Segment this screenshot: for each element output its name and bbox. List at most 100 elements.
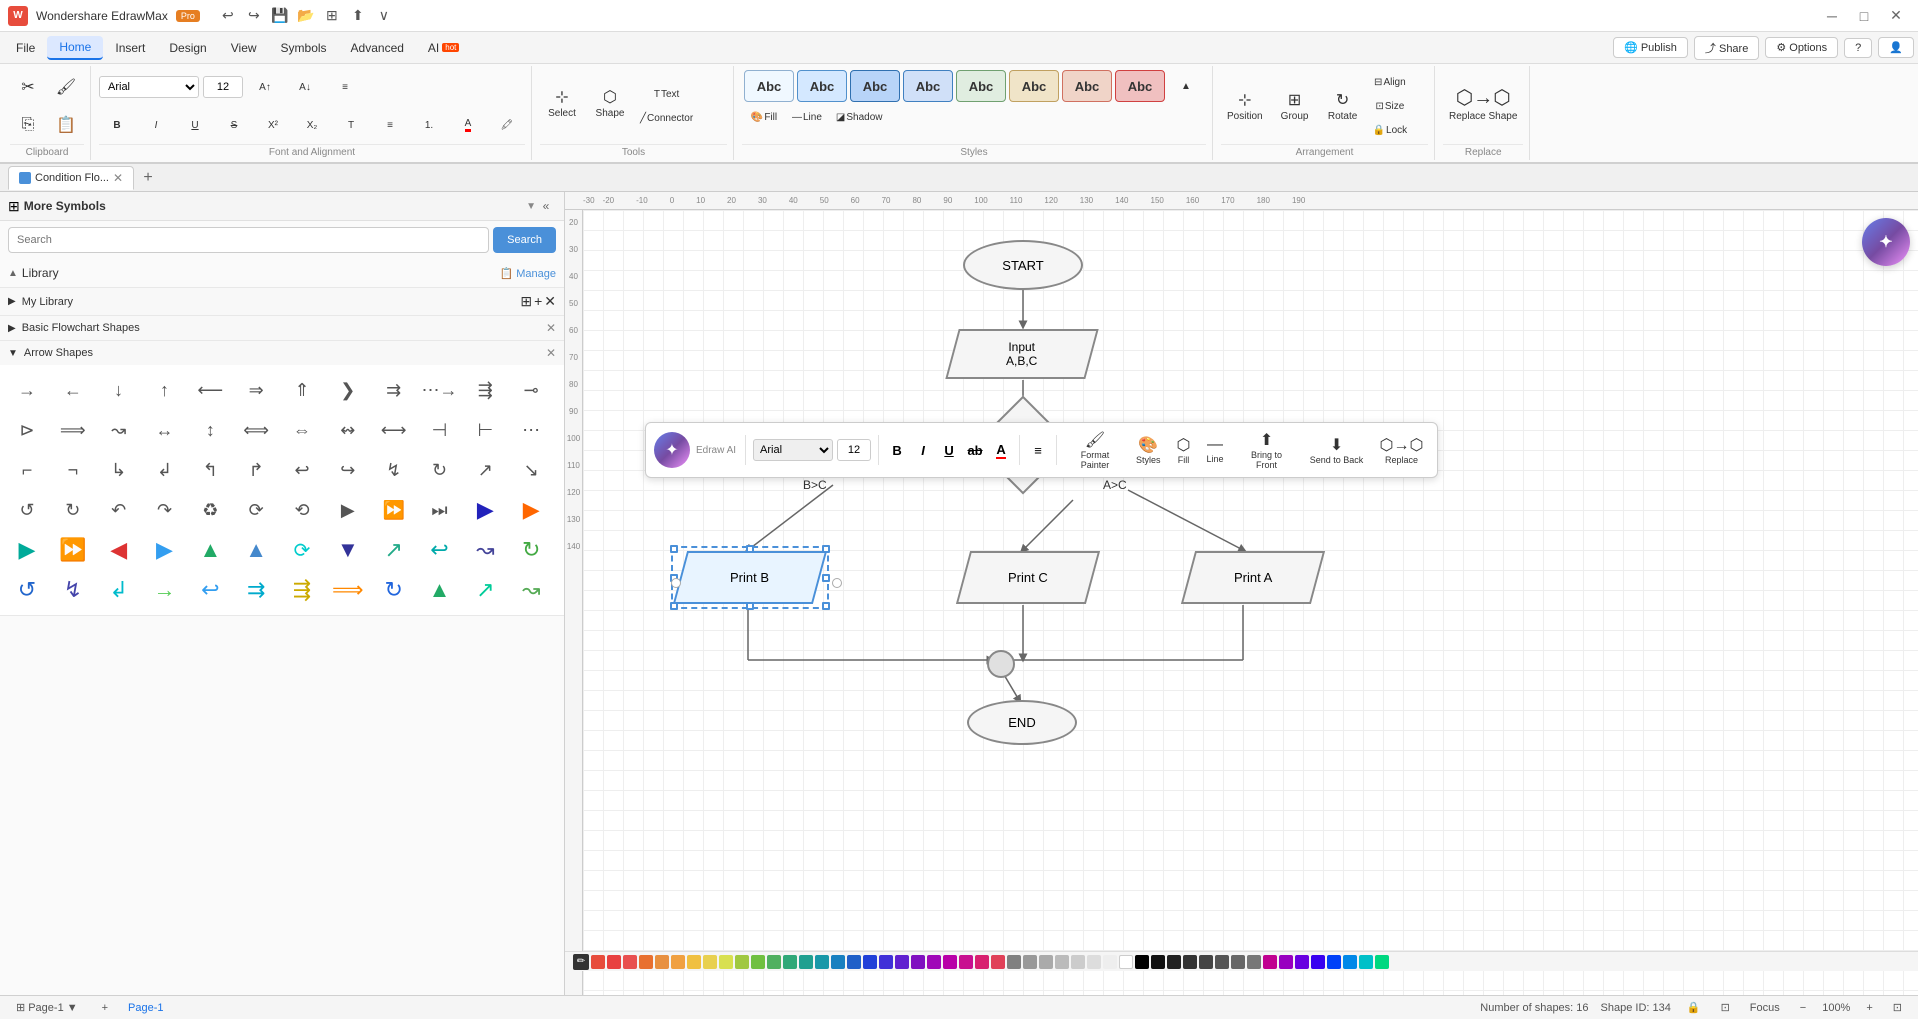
color-gray7[interactable] — [1103, 955, 1117, 969]
arrow-blue-down[interactable]: ▼ — [329, 531, 367, 569]
arrow-lr2[interactable]: ⟺ — [237, 411, 275, 449]
floating-ai-icon[interactable]: ✦ — [654, 432, 690, 468]
arrow-red-left[interactable]: ◀ — [100, 531, 138, 569]
color-orange2[interactable] — [655, 955, 669, 969]
floating-fill-button[interactable]: ⬡ Fill — [1171, 432, 1197, 468]
align-dropdown[interactable]: ⊟ Align — [1369, 71, 1412, 93]
menu-symbols[interactable]: Symbols — [269, 37, 339, 59]
color-purple1[interactable] — [895, 955, 909, 969]
help-button[interactable]: ? — [1844, 38, 1872, 58]
arrow-green-curve[interactable]: ↗ — [375, 531, 413, 569]
focus-button[interactable]: Focus — [1746, 1001, 1784, 1015]
color-green1[interactable] — [735, 955, 749, 969]
floating-strikethrough-button[interactable]: ab — [964, 439, 986, 461]
subscript-button[interactable]: X₂ — [294, 114, 330, 136]
fill-button[interactable]: 🎨 Fill — [746, 106, 782, 128]
shape-button[interactable]: ⬡ Shape — [588, 68, 632, 138]
color-yellow1[interactable] — [687, 955, 701, 969]
color-pink3[interactable] — [991, 955, 1005, 969]
menu-ai[interactable]: AI hot — [416, 37, 471, 59]
minimize-button[interactable]: ─ — [1818, 6, 1846, 26]
undo-button[interactable]: ↩ — [216, 4, 240, 28]
arrow-green-check[interactable]: ↻ — [512, 531, 550, 569]
floating-textcolor-button[interactable]: A — [990, 439, 1012, 461]
arrow-orange-fwd[interactable]: ⟹ — [329, 571, 367, 609]
user-button[interactable]: 👤 — [1878, 37, 1914, 58]
floating-align-button[interactable]: ≡ — [1027, 439, 1049, 461]
position-button[interactable]: ⊹Position — [1221, 71, 1269, 141]
arrow-ud[interactable]: ↕ — [191, 411, 229, 449]
arrow-play[interactable]: ▶ — [329, 491, 367, 529]
arrow-blue-right[interactable]: ▶ — [145, 531, 183, 569]
arrow-teal-l[interactable]: ↲ — [100, 571, 138, 609]
arrow-green-up2[interactable]: ▲ — [420, 571, 458, 609]
manage-link[interactable]: 📋 Manage — [499, 267, 556, 280]
arrow-orange-right[interactable]: ▶ — [512, 491, 550, 529]
arrow-blue-up[interactable]: ▲ — [191, 531, 229, 569]
color-accent8[interactable] — [1375, 955, 1389, 969]
arrow-right-chevron[interactable]: ⇒ — [237, 371, 275, 409]
fit-page-button[interactable]: ⊡ — [1717, 1000, 1734, 1015]
style-swatch-3[interactable]: Abc — [850, 70, 900, 102]
arrow-left[interactable]: ← — [54, 371, 92, 409]
color-yellow3[interactable] — [719, 955, 733, 969]
floating-font-selector[interactable]: Arial — [753, 439, 833, 461]
arrow-right-up[interactable]: ↗ — [466, 451, 504, 489]
ai-assistant-button[interactable]: ✦ — [1862, 218, 1910, 266]
arrow-u-turn[interactable]: ↩ — [283, 451, 321, 489]
fit-window-button[interactable]: ⊡ — [1889, 1000, 1906, 1015]
copy-button[interactable]: ⎘ — [10, 114, 46, 136]
arrow-lr[interactable]: ↔ — [145, 411, 183, 449]
group-button[interactable]: ⊞Group — [1273, 71, 1317, 141]
share-button[interactable]: ⤴ Share — [1694, 36, 1759, 60]
font-selector[interactable]: Arial — [99, 76, 199, 98]
arrow-bend-ur[interactable]: ↱ — [237, 451, 275, 489]
page-selector[interactable]: ⊞ Page-1 ▼ — [12, 1000, 82, 1015]
arrow-bar-right[interactable]: ⊸ — [512, 371, 550, 409]
color-orange1[interactable] — [639, 955, 653, 969]
color-black[interactable] — [1135, 955, 1149, 969]
menu-view[interactable]: View — [219, 37, 269, 59]
color-green3[interactable] — [767, 955, 781, 969]
arrow-yellow-multi[interactable]: ⇶ — [283, 571, 321, 609]
style-swatch-2[interactable]: Abc — [797, 70, 847, 102]
my-library-add-icon[interactable]: + — [534, 293, 542, 310]
italic-button[interactable]: I — [138, 114, 174, 136]
size-button[interactable]: ⊡ Size — [1369, 95, 1412, 117]
arrow-step[interactable]: ⏭ — [420, 491, 458, 529]
my-library-close-icon[interactable]: ✕ — [544, 293, 556, 310]
floating-send-back-button[interactable]: ⬇ Send to Back — [1304, 432, 1370, 468]
arrow-lr5[interactable]: ⟷ — [375, 411, 413, 449]
template-button[interactable]: ⊞ — [320, 4, 344, 28]
increase-size-button[interactable]: A↑ — [247, 76, 283, 98]
color-dark6[interactable] — [1231, 955, 1245, 969]
arrow-lr4[interactable]: ↭ — [329, 411, 367, 449]
library-header[interactable]: ▲ Library 📋 Manage — [8, 263, 556, 283]
menu-advanced[interactable]: Advanced — [339, 37, 416, 59]
palette-pen-icon[interactable]: ✏ — [573, 954, 589, 970]
arrow-curved2[interactable]: ↻ — [54, 491, 92, 529]
arrow-circle-r[interactable]: ↷ — [145, 491, 183, 529]
style-swatch-4[interactable]: Abc — [903, 70, 953, 102]
color-magenta1[interactable] — [927, 955, 941, 969]
arrow-seg2[interactable]: ⊢ — [466, 411, 504, 449]
color-dark1[interactable] — [1151, 955, 1165, 969]
color-indigo1[interactable] — [879, 955, 893, 969]
arrow-recycle[interactable]: ♻ — [191, 491, 229, 529]
color-accent4[interactable] — [1311, 955, 1325, 969]
color-pink1[interactable] — [959, 955, 973, 969]
text-effects-button[interactable]: T — [333, 114, 369, 136]
arrow-dbl-bar[interactable]: ⟹ — [54, 411, 92, 449]
color-gray6[interactable] — [1087, 955, 1101, 969]
start-shape[interactable]: START — [963, 240, 1083, 290]
color-accent1[interactable] — [1263, 955, 1277, 969]
color-teal1[interactable] — [783, 955, 797, 969]
color-blue3[interactable] — [863, 955, 877, 969]
arrow-l-angle[interactable]: ¬ — [54, 451, 92, 489]
tab-close-button[interactable]: ✕ — [113, 171, 123, 185]
strikethrough-button[interactable]: S — [216, 114, 252, 136]
menu-file[interactable]: File — [4, 37, 47, 59]
arrow-teal-circle[interactable]: ⟳ — [283, 531, 321, 569]
arrow-split-right[interactable]: ⊳ — [8, 411, 46, 449]
highlight-button[interactable]: 🖍 — [489, 114, 525, 136]
